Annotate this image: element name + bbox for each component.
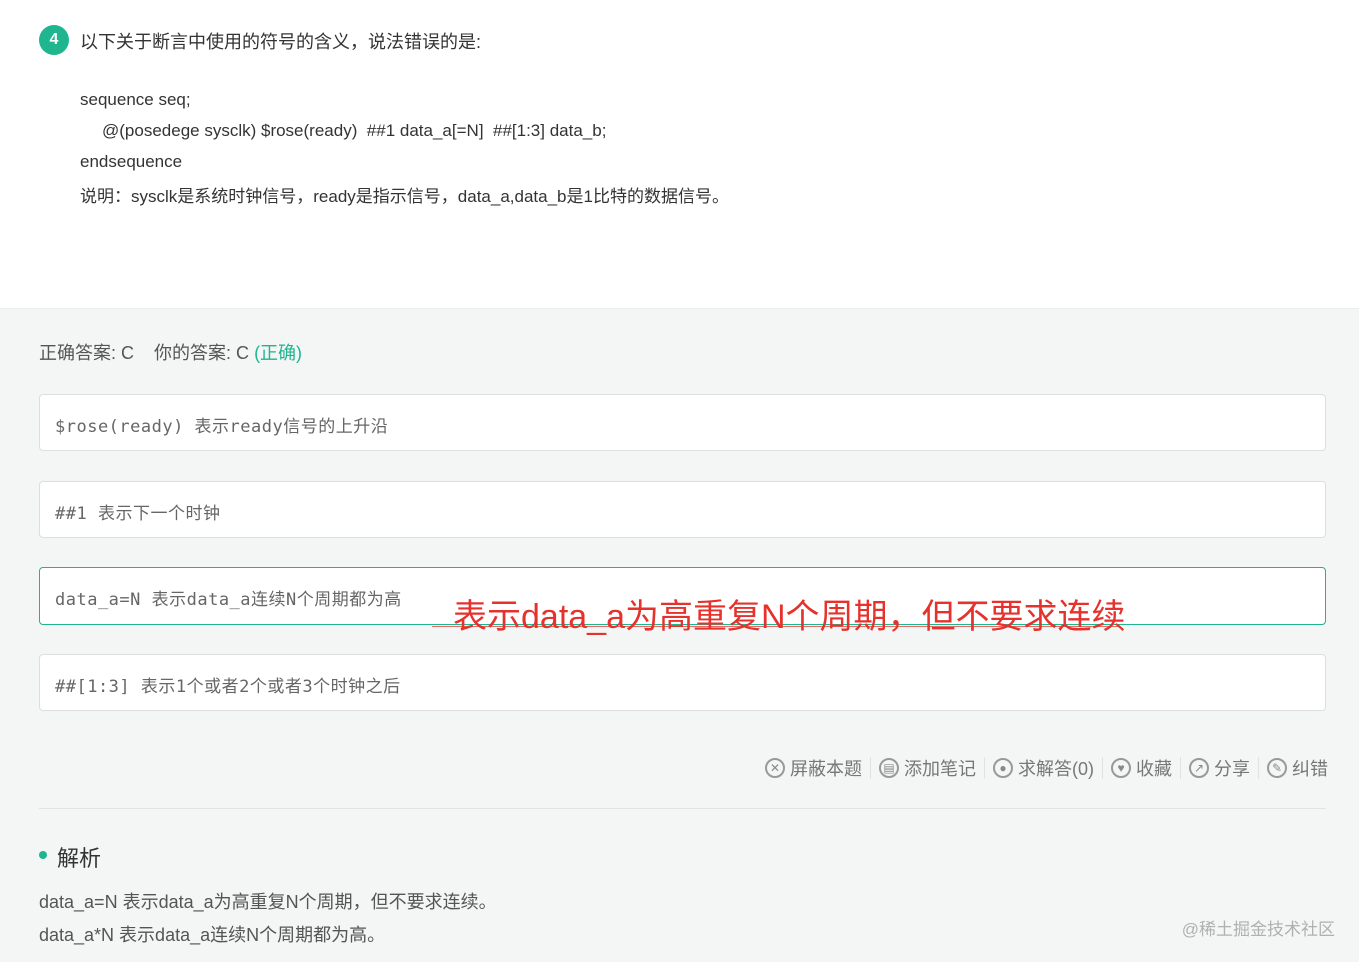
add-note-button[interactable]: ▤ 添加笔记 (871, 755, 984, 781)
option-a-text: $rose(ready) 表示ready信号的上升沿 (55, 417, 389, 437)
question-number-badge: 4 (39, 25, 69, 55)
watermark: @稀土掘金技术社区 (1181, 920, 1335, 939)
share-icon: ↗ (1189, 758, 1209, 778)
correct-answer: 正确答案: C (39, 343, 135, 363)
chat-bubble-icon: ● (993, 758, 1013, 778)
option-d-text: ##[1:3] 表示1个或者2个或者3个时钟之后 (55, 677, 401, 697)
share-label: 分享 (1214, 759, 1250, 779)
book-icon: ▤ (879, 758, 899, 778)
code-line-3: endsequence (80, 152, 183, 171)
heart-icon: ♥ (1111, 758, 1131, 778)
pencil-icon: ✎ (1267, 758, 1287, 778)
favorite-label: 收藏 (1136, 759, 1172, 779)
favorite-button[interactable]: ♥ 收藏 (1103, 755, 1180, 781)
hide-question-button[interactable]: ✕ 屏蔽本题 (757, 755, 870, 781)
hide-question-label: 屏蔽本题 (790, 759, 862, 779)
report-error-button[interactable]: ✎ 纠错 (1259, 755, 1328, 781)
option-b-text: ##1 表示下一个时钟 (55, 504, 221, 524)
ask-answer-label: 求解答(0) (1018, 759, 1094, 779)
report-error-label: 纠错 (1292, 759, 1328, 779)
question-panel: 4 以下关于断言中使用的符号的含义，说法错误的是: sequence seq; … (0, 0, 1359, 309)
option-a[interactable]: $rose(ready) 表示ready信号的上升沿 (39, 394, 1326, 451)
analysis-line-2: data_a*N 表示data_a连续N个周期都为高。 (39, 925, 386, 945)
question-note: 说明：sysclk是系统时钟信号，ready是指示信号，data_a,data_… (80, 187, 729, 206)
analysis-title: 解析 (57, 846, 102, 871)
share-button[interactable]: ↗ 分享 (1181, 755, 1258, 781)
your-answer: 你的答案: C (154, 343, 250, 363)
section-divider (39, 808, 1326, 809)
option-b[interactable]: ##1 表示下一个时钟 (39, 481, 1326, 538)
question-title: 以下关于断言中使用的符号的含义，说法错误的是: (80, 32, 481, 52)
analysis-line-1: data_a=N 表示data_a为高重复N个周期，但不要求连续。 (39, 892, 497, 912)
code-line-2: @(posedege sysclk) $rose(ready) ##1 data… (102, 121, 607, 140)
add-note-label: 添加笔记 (904, 759, 976, 779)
red-annotation: 表示data_a为高重复N个周期，但不要求连续 (453, 598, 1126, 636)
action-bar: ✕ 屏蔽本题 ▤ 添加笔记 ● 求解答(0) ♥ 收藏 ↗ 分享 ✎ 纠错 (757, 754, 1328, 782)
analysis-bullet-icon (39, 851, 47, 859)
close-circle-icon: ✕ (765, 758, 785, 778)
code-line-1: sequence seq; (80, 90, 191, 109)
ask-answer-button[interactable]: ● 求解答(0) (985, 755, 1102, 781)
answer-summary: 正确答案: C 你的答案: C (正确) (39, 339, 302, 365)
option-d[interactable]: ##[1:3] 表示1个或者2个或者3个时钟之后 (39, 654, 1326, 711)
option-c-text: data_a=N 表示data_a连续N个周期都为高 (55, 590, 402, 610)
answer-status: (正确) (254, 343, 303, 363)
